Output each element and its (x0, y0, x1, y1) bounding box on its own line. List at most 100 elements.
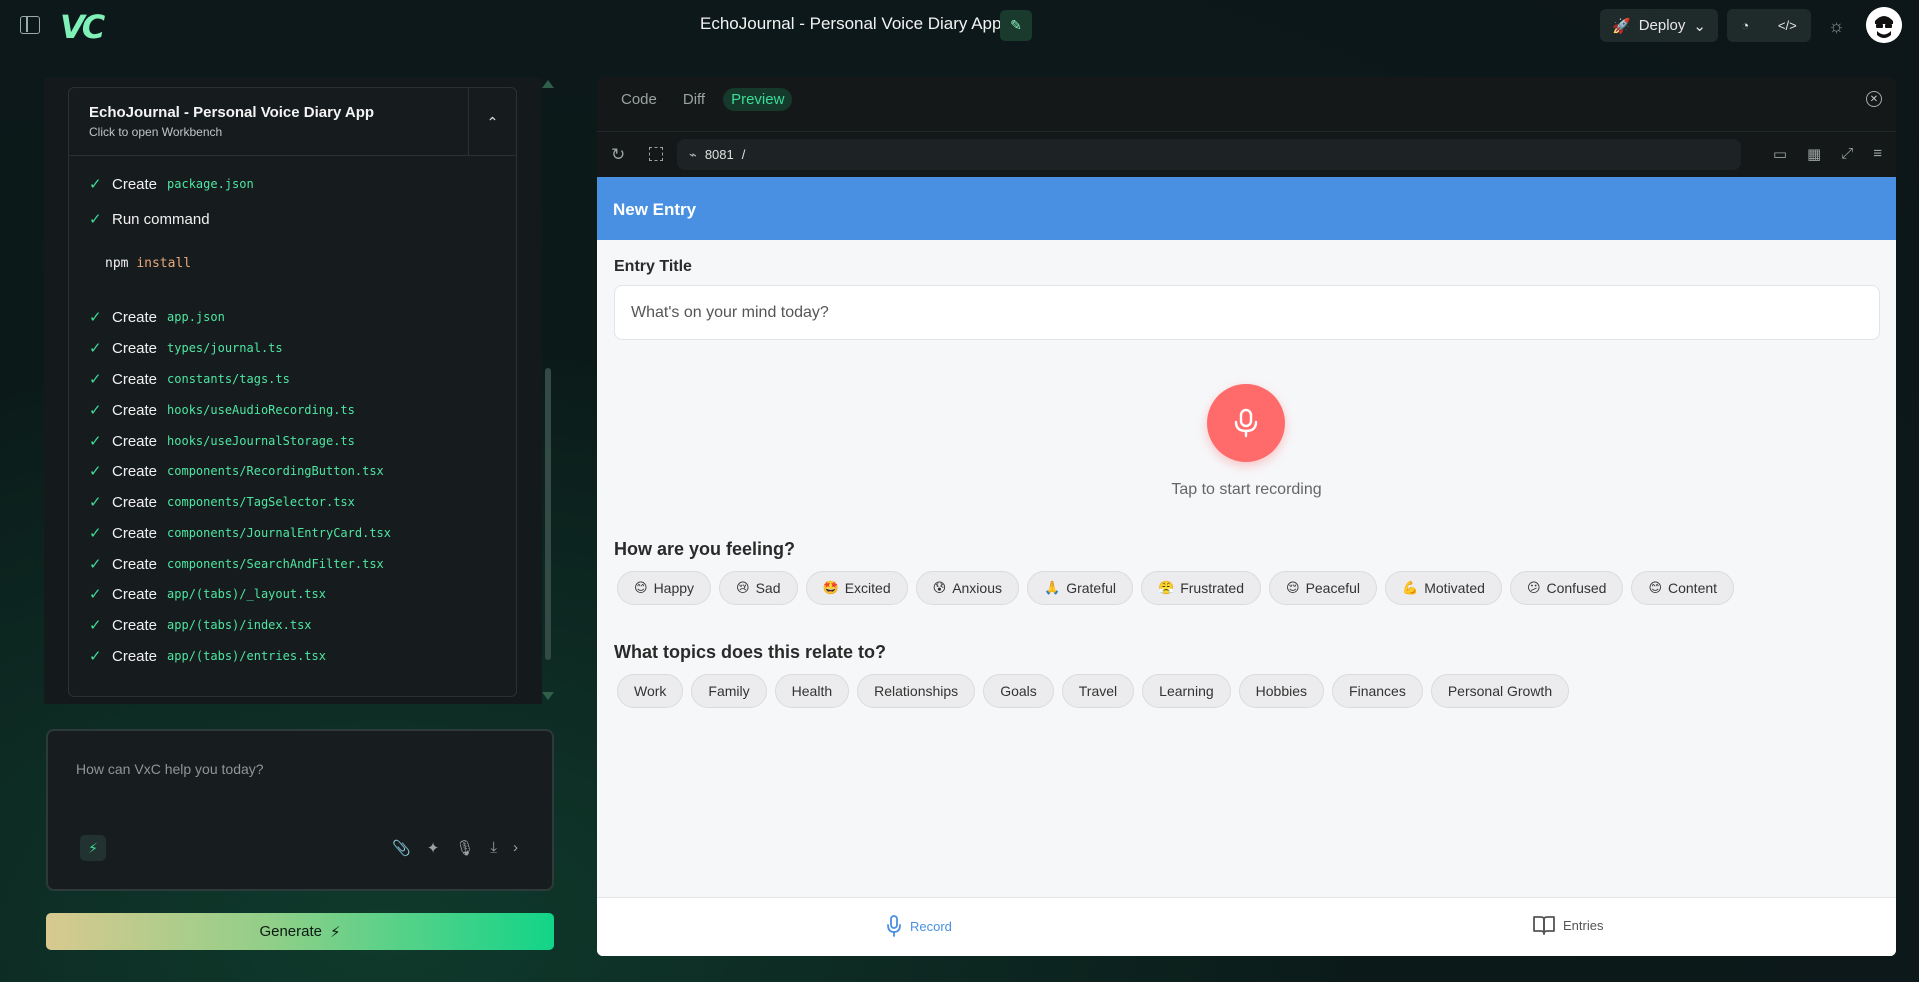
mood-chip-sad[interactable]: 😢 Sad (719, 571, 798, 605)
close-icon: ✕ (1869, 93, 1879, 105)
nav-record[interactable]: Record (886, 915, 952, 937)
device-icon[interactable]: ▭ (1773, 145, 1787, 163)
mood-chip-excited[interactable]: 🤩 Excited (805, 571, 908, 605)
check-icon: ✓ (89, 340, 102, 357)
prompt-box: ⚡ 📎 ✦ 🎙 ⤓ › (46, 729, 554, 891)
tab-diff[interactable]: Diff (675, 88, 713, 111)
enhance-button[interactable]: ⚡ (80, 835, 106, 861)
nav-entries-label: Entries (1563, 917, 1604, 933)
step-item: ✓ Create components/RecordingButton.tsx (89, 461, 384, 481)
bolt-icon: ⚡ (330, 923, 341, 941)
mood-chip-motivated[interactable]: 💪 Motivated (1385, 571, 1502, 605)
close-workbench-button[interactable]: ✕ (1866, 91, 1882, 107)
mood-chip-confused[interactable]: 😕 Confused (1509, 571, 1624, 605)
collapse-artifact-button[interactable]: ⌃ (468, 88, 516, 156)
mood-label: Happy (653, 580, 695, 596)
edit-title-button[interactable]: ✎ (1000, 10, 1032, 41)
topic-chip-relationships[interactable]: Relationships (857, 674, 976, 708)
scroll-down-arrow[interactable] (542, 692, 554, 700)
entry-title-input[interactable] (614, 285, 1880, 340)
nav-entries[interactable]: Entries (1533, 915, 1603, 935)
step-verb: Create (112, 432, 158, 450)
step-item: ✓ Run command (89, 209, 220, 229)
topic-chip-travel[interactable]: Travel (1061, 674, 1135, 708)
port-number: 8081 (704, 147, 734, 162)
browser-toolbar: ↻ ⌁ 8081 / ▭ ▦ ⤢ ≡ (597, 131, 1896, 177)
artifact-header[interactable]: EchoJournal - Personal Voice Diary App C… (69, 88, 516, 156)
element-select-icon[interactable] (649, 147, 663, 161)
mood-chip-grateful[interactable]: 🙏 Grateful (1027, 571, 1133, 605)
reload-icon[interactable]: ↻ (611, 145, 625, 165)
pencil-icon: ✎ (1010, 17, 1022, 33)
chat-scrollbar[interactable] (545, 368, 551, 660)
topic-chip-goals[interactable]: Goals (983, 674, 1054, 708)
step-verb: Create (112, 524, 158, 542)
step-item: ✓ Create app/(tabs)/_layout.tsx (89, 584, 326, 604)
preview-tools: ▭ ▦ ⤢ ≡ (1773, 145, 1882, 163)
topic-chip-personal-growth[interactable]: Personal Growth (1430, 674, 1570, 708)
step-verb: Create (112, 370, 158, 388)
topic-chip-health[interactable]: Health (774, 674, 850, 708)
prompt-input[interactable] (76, 761, 516, 777)
check-icon: ✓ (89, 402, 102, 419)
mood-emoji: 🤩 (822, 580, 839, 596)
topic-chip-learning[interactable]: Learning (1142, 674, 1231, 708)
topic-chip-family[interactable]: Family (691, 674, 767, 708)
step-item: ✓ Create constants/tags.ts (89, 369, 290, 389)
check-icon: ✓ (89, 371, 102, 388)
step-item: ✓ Create components/JournalEntryCard.tsx (89, 523, 391, 543)
step-verb: Create (112, 308, 158, 326)
chevron-down-icon: ⌄ (1693, 17, 1706, 35)
menu-icon[interactable]: ≡ (1873, 145, 1882, 163)
theme-toggle-icon[interactable]: ☼ (1828, 16, 1845, 37)
top-bar: VC EchoJournal - Personal Voice Diary Ap… (0, 0, 1919, 52)
step-verb: Create (112, 555, 158, 573)
app-logo[interactable]: VC (60, 8, 105, 46)
mood-chip-happy[interactable]: 😊 Happy (617, 571, 712, 605)
qr-code-icon[interactable]: ▦ (1807, 145, 1821, 163)
tab-preview[interactable]: Preview (723, 88, 793, 111)
topic-chips: Work Family Health Relationships Goals T… (617, 674, 1570, 708)
sidebar-toggle-icon[interactable] (20, 16, 40, 34)
topic-chip-hobbies[interactable]: Hobbies (1238, 674, 1325, 708)
nav-record-label: Record (910, 918, 952, 934)
deploy-button[interactable]: 🚀 Deploy ⌄ (1600, 9, 1718, 42)
workbench-artifact-card[interactable]: EchoJournal - Personal Voice Diary App C… (68, 87, 517, 697)
step-item: ✓ Create app/(tabs)/index.tsx (89, 615, 312, 635)
microphone-icon[interactable]: 🎙 (455, 839, 474, 857)
tab-code[interactable]: Code (613, 88, 665, 111)
mood-chip-peaceful[interactable]: 😌 Peaceful (1269, 571, 1378, 605)
chevron-up-icon: ⌃ (486, 113, 499, 130)
mood-chip-content[interactable]: 😊 Content (1631, 571, 1735, 605)
artifact-subtitle: Click to open Workbench (89, 125, 223, 139)
mood-chip-anxious[interactable]: 😰 Anxious (915, 571, 1019, 605)
check-icon: ✓ (89, 494, 102, 511)
step-verb: Create (112, 462, 158, 480)
sparkle-icon[interactable]: ✦ (427, 839, 440, 857)
generate-button[interactable]: Generate ⚡ (46, 913, 554, 950)
topic-chip-finances[interactable]: Finances (1332, 674, 1423, 708)
fullscreen-icon[interactable]: ⤢ (1841, 145, 1853, 163)
step-item: ✓ Create components/SearchAndFilter.tsx (89, 554, 384, 574)
mood-label: Sad (755, 580, 781, 596)
step-path: package.json (167, 177, 254, 191)
command-line: npm install (105, 256, 191, 271)
mood-chip-frustrated[interactable]: 😤 Frustrated (1141, 571, 1261, 605)
scroll-up-arrow[interactable] (542, 80, 554, 88)
chat-icon[interactable]: ◔ (1741, 18, 1749, 33)
mood-emoji: 🙏 (1044, 580, 1061, 596)
step-item: ✓ Create hooks/useJournalStorage.ts (89, 431, 355, 451)
download-icon[interactable]: ⤓ (490, 839, 497, 857)
code-icon[interactable]: </> (1778, 18, 1797, 33)
url-bar[interactable]: ⌁ 8081 / (677, 139, 1741, 170)
check-icon: ✓ (89, 556, 102, 573)
attach-icon[interactable]: 📎 (392, 839, 411, 857)
send-icon[interactable]: › (513, 839, 518, 857)
step-path: app/(tabs)/index.tsx (167, 618, 312, 632)
record-button[interactable] (1207, 384, 1285, 462)
user-avatar[interactable] (1866, 7, 1902, 43)
mood-label: Content (1668, 580, 1718, 596)
check-icon: ✓ (89, 617, 102, 634)
topic-chip-work[interactable]: Work (617, 674, 684, 708)
app-preview: New Entry Entry Title Tap to start recor… (597, 177, 1896, 956)
